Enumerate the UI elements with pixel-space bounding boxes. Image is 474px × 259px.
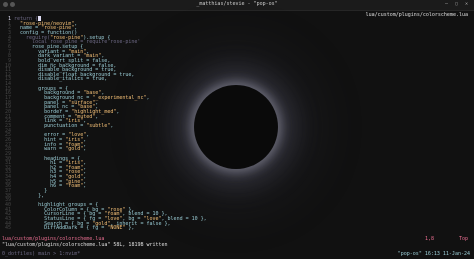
write-message: "lua/custom/plugins/colorscheme.lua" 58L… bbox=[2, 242, 168, 248]
code-text: disable_italics = true, bbox=[14, 76, 108, 83]
tmux-statusbar: 0_dotfiles) main > 1:nvim* "pop-os" 16:1… bbox=[0, 250, 474, 259]
tmux-session: 0_dotfiles) main > 1:nvim* bbox=[2, 251, 81, 257]
window-controls-right[interactable]: — ▢ ✕ bbox=[445, 1, 470, 7]
code-text: }, bbox=[14, 192, 45, 199]
code-text: DiffAddDark = { fg = "NONE" }, bbox=[14, 225, 135, 232]
code-text: warn = "gold", bbox=[14, 146, 87, 153]
code-text: punctuation = "subtle", bbox=[14, 122, 114, 129]
window-title: _matthias/stevie - "pop-os" bbox=[196, 1, 278, 7]
window-titlebar: _matthias/stevie - "pop-os" — ▢ ✕ bbox=[0, 0, 474, 11]
line-number: 45 bbox=[4, 225, 11, 232]
tmux-host-time: "pop-os" 16:13 11-Jan-24 bbox=[397, 251, 470, 257]
command-line[interactable]: "lua/custom/plugins/colorscheme.lua" 58L… bbox=[0, 242, 474, 249]
eclipse-wallpaper-image bbox=[194, 85, 278, 169]
